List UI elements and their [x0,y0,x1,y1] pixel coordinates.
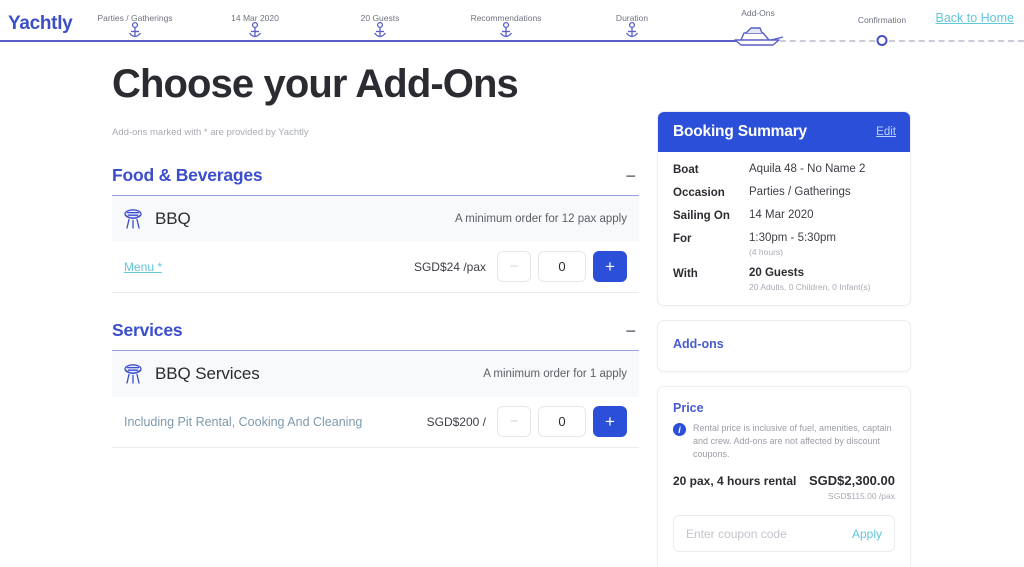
bbq-grill-icon [122,207,144,231]
decrease-quantity-button[interactable]: − [497,406,531,437]
anchor-icon [371,21,389,41]
page-body: Choose your Add-Ons Add-ons marked with … [0,50,1024,567]
anchor-icon [623,21,641,41]
collapse-toggle-icon[interactable]: − [622,167,639,185]
booking-summary-body: Boat Aquila 48 - No Name 2 Occasion Part… [658,152,910,305]
category-title: Services [112,320,183,340]
info-icon: i [673,423,686,436]
summary-key: For [673,233,692,245]
anchor-icon [126,21,144,41]
category-header[interactable]: Services − [112,320,639,351]
addon-menu-link[interactable]: Menu * [124,260,162,274]
quantity-stepper: − 0 + [497,406,627,437]
booking-summary-card: Booking Summary Edit Boat Aquila 48 - No… [657,111,911,306]
summary-row-occasion: Occasion Parties / Gatherings [673,186,895,199]
yachtly-logo[interactable]: Yachtly [8,13,73,34]
addon-identity: BBQ [122,207,191,231]
anchor-icon [497,21,515,41]
step-label: Add-Ons [741,8,775,18]
step-add-ons[interactable]: Add-Ons [700,0,816,50]
price-info-note: i Rental price is inclusive of fuel, ame… [673,422,895,461]
summary-value: Parties / Gatherings [749,186,851,198]
summary-row-with: With 20 Guests 20 Adults, 0 Children, 0 … [673,267,895,292]
rental-price-row: 20 pax, 4 hours rental SGD$2,300.00 [673,473,895,488]
addon-name: BBQ Services [155,364,260,383]
dot-icon [876,35,888,46]
page-title: Choose your Add-Ons [112,62,519,106]
addons-summary-card: Add-ons [657,320,911,372]
logo-text: Yachtly [8,13,73,34]
summary-row-sailing-on: Sailing On 14 Mar 2020 [673,209,895,222]
increase-quantity-button[interactable]: + [593,251,627,282]
coupon-input[interactable] [686,526,852,541]
addon-item-bbq-services: BBQ Services A minimum order for 1 apply… [112,351,639,448]
addon-identity: BBQ Services [122,362,260,386]
page-note: Add-ons marked with * are provided by Ya… [112,127,309,138]
summary-key: Boat [673,164,699,176]
summary-row-boat: Boat Aquila 48 - No Name 2 [673,163,895,176]
summary-key: Sailing On [673,210,730,222]
step-duration[interactable]: Duration [572,0,692,50]
rental-value: SGD$2,300.00 [808,473,895,489]
step-confirmation[interactable]: Confirmation [822,0,942,50]
quantity-value[interactable]: 0 [538,406,586,437]
summary-row-for: For 1:30pm - 5:30pm (4 hours) [673,232,895,257]
category-header[interactable]: Food & Beverages − [112,165,639,196]
progress-navbar: Yachtly Parties / Gatherings 14 Mar 2020… [0,0,1024,50]
addon-controls-row: Menu * SGD$24 /pax − 0 + [112,242,639,292]
summary-subvalue: 20 Adults, 0 Children, 0 Infant(s) [749,282,871,292]
decrease-quantity-button[interactable]: − [497,251,531,282]
step-recommendations[interactable]: Recommendations [446,0,566,50]
addon-controls-row: Including Pit Rental, Cooking And Cleani… [112,397,639,447]
addon-description[interactable]: Including Pit Rental, Cooking And Cleani… [124,415,362,429]
addon-item-bbq: BBQ A minimum order for 12 pax apply Men… [112,196,639,293]
addon-name: BBQ [155,209,191,228]
addon-header: BBQ Services A minimum order for 1 apply [112,351,639,397]
booking-summary-title: Booking Summary [673,123,807,140]
increase-quantity-button[interactable]: + [593,406,627,437]
summary-value: Aquila 48 - No Name 2 [749,163,866,175]
summary-key: Occasion [673,187,725,199]
category-services: Services − BBQ Services A minimum order … [112,320,639,448]
step-guests[interactable]: 20 Guests [320,0,440,50]
step-label: Confirmation [857,15,907,25]
collapse-toggle-icon[interactable]: − [622,322,639,340]
summary-subvalue: (4 hours) [749,247,784,257]
addon-minimum-note: A minimum order for 1 apply [483,368,627,380]
summary-key: With [673,268,698,280]
boat-icon [727,21,789,47]
category-food-beverages: Food & Beverages − BBQ A minimum order f… [112,165,639,293]
summary-value: 20 Guests [749,267,804,279]
rental-label: 20 pax, 4 hours rental [673,474,797,489]
addon-header: BBQ A minimum order for 12 pax apply [112,196,639,242]
category-title: Food & Beverages [112,165,263,185]
booking-summary-header: Booking Summary Edit [658,112,910,152]
price-info-text: Rental price is inclusive of fuel, ameni… [693,423,892,460]
summary-value: 1:30pm - 5:30pm [749,232,836,244]
quantity-stepper: − 0 + [497,251,627,282]
step-sail-date[interactable]: 14 Mar 2020 [195,0,315,50]
step-parties-gatherings[interactable]: Parties / Gatherings [70,0,200,50]
coupon-row: Apply [673,515,895,553]
addons-main-column: Choose your Add-Ons Add-ons marked with … [112,63,639,448]
price-card: Price i Rental price is inclusive of fue… [657,386,911,567]
rental-per-pax: SGD$115.00 /pax [828,491,895,502]
price-title: Price [673,401,704,415]
back-to-home-link[interactable]: Back to Home [935,11,1014,25]
summary-value: 14 Mar 2020 [749,209,814,221]
addon-minimum-note: A minimum order for 12 pax apply [455,213,627,225]
addons-summary-title: Add-ons [673,337,724,351]
booking-sidebar: Booking Summary Edit Boat Aquila 48 - No… [657,111,911,567]
bbq-grill-icon [122,362,144,386]
anchor-icon [246,21,264,41]
edit-booking-link[interactable]: Edit [876,126,896,138]
quantity-value[interactable]: 0 [538,251,586,282]
addon-price: SGD$24 /pax [413,259,486,274]
apply-coupon-button[interactable]: Apply [852,527,882,541]
addon-price: SGD$200 / [426,414,486,429]
